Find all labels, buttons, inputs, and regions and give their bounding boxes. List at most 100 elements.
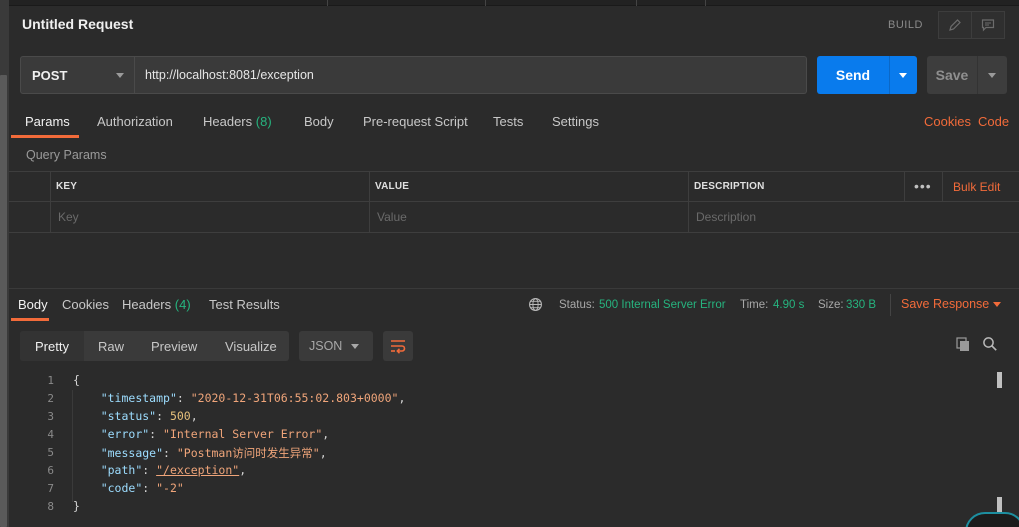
view-raw-button[interactable]: Raw (98, 331, 124, 361)
left-scrollbar-thumb[interactable] (0, 75, 7, 527)
line-number: 3 (47, 410, 54, 423)
json-comma: , (190, 409, 198, 423)
chevron-down-icon (351, 344, 359, 349)
status-value[interactable]: 500 Internal Server Error (599, 299, 726, 311)
json-link[interactable]: "/exception" (156, 463, 239, 477)
chevron-down-icon (988, 73, 996, 78)
json-comma: , (398, 391, 406, 405)
code-link[interactable]: Code (978, 114, 1009, 129)
response-tab-test-results[interactable]: Test Results (209, 297, 280, 312)
url-input[interactable]: http://localhost:8081/exception (135, 56, 807, 94)
scrollbar-marker[interactable] (997, 372, 1002, 388)
code-line: "code": "-2" (100, 481, 184, 495)
json-string: "2020-12-31T06:55:02.803+0000" (190, 391, 399, 405)
view-pretty-button[interactable]: Pretty (20, 331, 84, 361)
value-input[interactable]: Value (377, 210, 407, 224)
json-string: "Internal Server Error" (163, 427, 323, 441)
format-select[interactable]: JSON (299, 331, 373, 361)
bulk-edit-link[interactable]: Bulk Edit (953, 180, 1000, 194)
tab-params[interactable]: Params (25, 114, 70, 129)
line-number: 5 (47, 446, 54, 459)
key-input[interactable]: Key (58, 210, 79, 224)
tab-tests[interactable]: Tests (493, 114, 523, 129)
tab-settings[interactable]: Settings (552, 114, 599, 129)
save-response-button[interactable]: Save Response (901, 297, 989, 311)
json-comma: , (319, 446, 327, 460)
active-tab-indicator (11, 318, 49, 321)
headers-count: (8) (255, 114, 272, 129)
column-divider (369, 171, 370, 233)
code-line: } (73, 499, 80, 513)
code-line: "status": 500, (100, 409, 198, 423)
tab-headers-label: Headers (203, 114, 253, 129)
json-comma: , (239, 463, 247, 477)
size-label: Size: (818, 299, 844, 311)
description-input[interactable]: Description (696, 210, 756, 224)
query-params-title: Query Params (26, 148, 107, 162)
tab-headers[interactable]: Headers (8) (203, 114, 272, 129)
cookies-link[interactable]: Cookies (924, 114, 971, 129)
tab-divider (705, 0, 706, 6)
code-token: { (73, 373, 80, 387)
json-number: 500 (169, 409, 191, 423)
json-key: "message" (100, 446, 164, 460)
code-token: } (73, 499, 80, 513)
response-tab-cookies[interactable]: Cookies (62, 297, 109, 312)
tab-authorization[interactable]: Authorization (97, 114, 173, 129)
chevron-down-icon[interactable] (993, 302, 1001, 307)
format-value: JSON (309, 339, 343, 353)
wrap-icon (391, 340, 406, 354)
search-icon[interactable] (982, 336, 998, 355)
tab-body[interactable]: Body (304, 114, 334, 129)
json-key: "path" (100, 463, 143, 477)
request-title[interactable]: Untitled Request (22, 16, 133, 32)
json-comma: , (322, 427, 330, 441)
active-tab-indicator (11, 135, 79, 138)
query-params-table (9, 171, 1019, 233)
tab-divider (636, 0, 637, 6)
column-header-description: DESCRIPTION (694, 181, 765, 192)
code-line: "message": "Postman访问时发生异常", (100, 446, 327, 460)
save-button[interactable]: Save (927, 56, 977, 94)
comment-icon (981, 19, 995, 32)
column-header-value: VALUE (375, 181, 410, 192)
table-row-divider (9, 201, 1019, 202)
view-preview-button[interactable]: Preview (151, 331, 197, 361)
response-tab-headers[interactable]: Headers (4) (122, 297, 191, 312)
send-options-button[interactable] (889, 56, 917, 94)
indent-guide (72, 390, 73, 502)
wrap-lines-button[interactable] (383, 331, 413, 361)
response-tab-body[interactable]: Body (18, 297, 48, 312)
more-options-icon[interactable]: ••• (914, 178, 932, 194)
comments-button[interactable] (971, 11, 1005, 39)
size-value[interactable]: 330 B (846, 299, 876, 311)
line-number: 1 (47, 374, 54, 387)
separator (890, 294, 891, 316)
code-line: "path": "/exception", (100, 463, 247, 477)
json-key: "status" (100, 409, 157, 423)
pencil-icon (949, 19, 961, 31)
pane-divider[interactable] (9, 288, 1019, 289)
code-line: { (73, 373, 80, 387)
method-select[interactable]: POST (20, 56, 135, 94)
response-body-editor[interactable]: 1 { 2 "timestamp": "2020-12-31T06:55:02.… (9, 370, 1019, 527)
edit-button[interactable] (938, 11, 972, 39)
tab-pre-request-script[interactable]: Pre-request Script (363, 114, 468, 129)
scrollbar-marker[interactable] (997, 497, 1002, 513)
line-number: 2 (47, 392, 54, 405)
time-value[interactable]: 4.90 s (773, 299, 804, 311)
copy-icon[interactable] (955, 336, 971, 355)
view-visualize-button[interactable]: Visualize (225, 331, 277, 361)
tab-strip-edge (9, 0, 1019, 6)
send-button[interactable]: Send (817, 56, 889, 94)
column-divider (942, 171, 943, 201)
globe-icon[interactable] (528, 297, 543, 315)
line-number: 4 (47, 428, 54, 441)
floating-widget[interactable] (965, 512, 1019, 527)
method-value: POST (32, 67, 68, 83)
json-string: "-2" (156, 481, 184, 495)
save-options-button[interactable] (977, 56, 1007, 94)
chevron-down-icon (899, 73, 907, 78)
status-label: Status: (559, 299, 595, 311)
column-divider (50, 171, 51, 233)
